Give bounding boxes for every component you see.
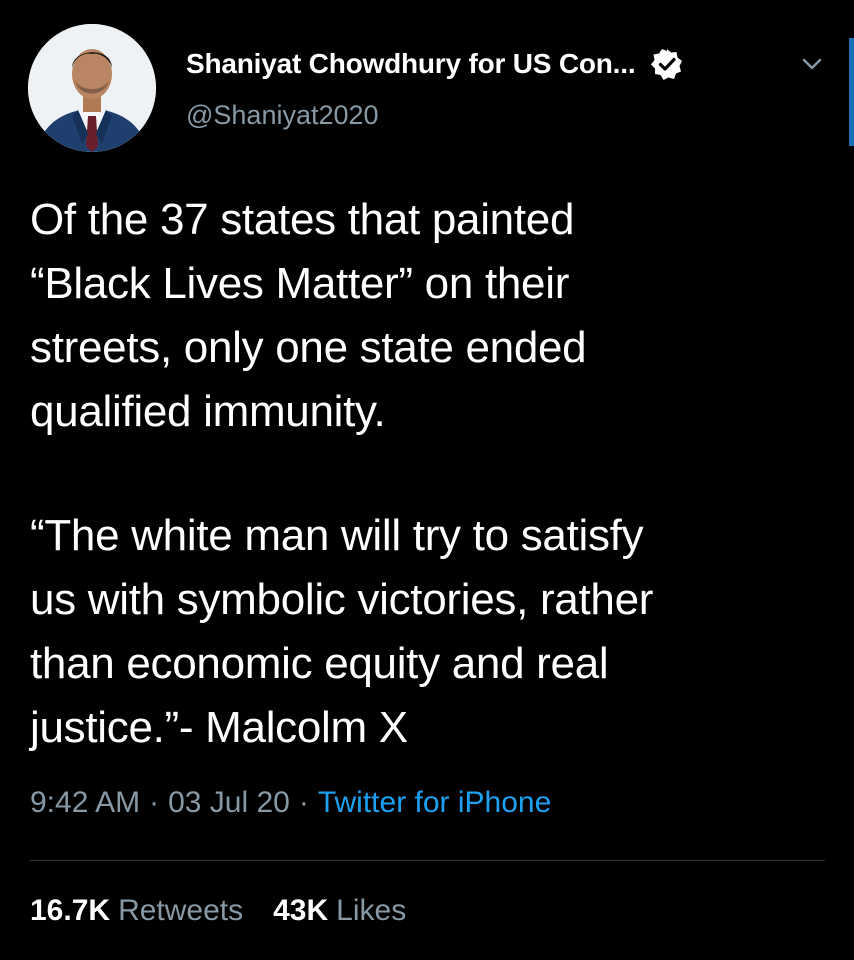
tweet-source-link[interactable]: Twitter for iPhone	[318, 786, 551, 820]
retweets-count: 16.7K	[30, 894, 111, 927]
tweet-paragraph: Of the 37 states that painted “Black Liv…	[30, 195, 587, 436]
display-name[interactable]: Shaniyat Chowdhury for US Con...	[186, 48, 636, 80]
tweet-text: Of the 37 states that painted “Black Liv…	[30, 188, 830, 760]
user-handle[interactable]: @Shaniyat2020	[186, 100, 379, 131]
tweet-time: 9:42 AM	[30, 786, 141, 819]
tweet-date: 03 Jul 20	[168, 786, 290, 819]
likes-label: Likes	[336, 894, 407, 927]
chevron-down-icon[interactable]	[796, 48, 828, 80]
avatar[interactable]	[28, 24, 156, 152]
likes-stat[interactable]: 43K Likes	[273, 894, 406, 928]
tweet-meta: 9:42 AM · 03 Jul 20 · Twitter for iPhone	[30, 786, 551, 820]
tweet-detail: Shaniyat Chowdhury for US Con... @Shaniy…	[0, 0, 854, 960]
divider	[30, 860, 825, 861]
retweets-label: Retweets	[118, 894, 244, 927]
tweet-header: Shaniyat Chowdhury for US Con... @Shaniy…	[28, 24, 828, 154]
likes-count: 43K	[273, 894, 329, 927]
tweet-stats: 16.7K Retweets 43K Likes	[30, 894, 406, 928]
meta-separator: ·	[149, 786, 160, 819]
retweets-stat[interactable]: 16.7K Retweets	[30, 894, 243, 928]
meta-separator: ·	[298, 786, 309, 819]
tweet-paragraph: “The white man will try to satisfy us wi…	[30, 511, 654, 752]
name-row: Shaniyat Chowdhury for US Con...	[186, 42, 683, 86]
user-avatar-photo	[28, 24, 156, 152]
scrollbar[interactable]	[849, 38, 854, 146]
verified-badge-icon	[651, 48, 683, 80]
